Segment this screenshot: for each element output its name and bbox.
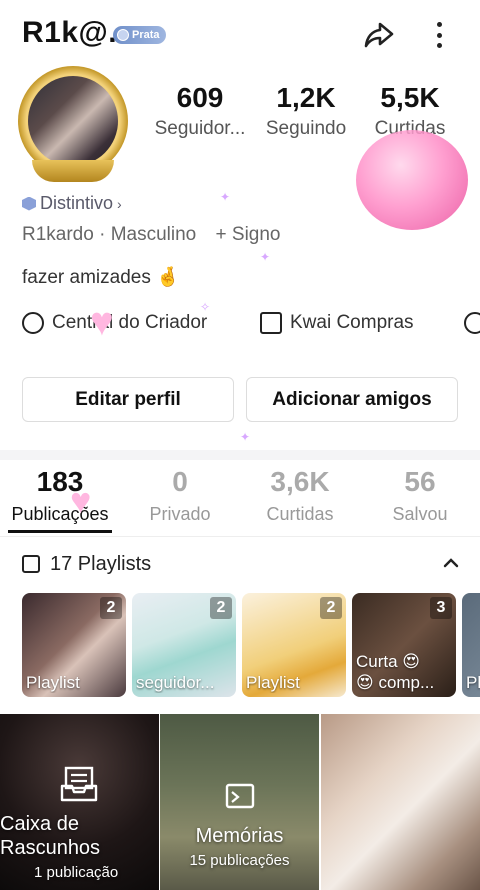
more-tools-button[interactable] [464, 312, 480, 334]
playlist-count: 3 [430, 597, 452, 619]
section-divider [0, 450, 480, 460]
tab-likes-label: Curtidas [266, 504, 334, 524]
playlist-count: 2 [100, 597, 122, 619]
dot-icon [436, 32, 442, 38]
tab-likes[interactable]: 3,6K Curtidas [240, 466, 360, 525]
playlist-card[interactable]: 2 Playlist [242, 593, 346, 697]
dot-icon [436, 43, 442, 48]
playlist-card[interactable]: Pl [462, 593, 480, 697]
profile-info-text: R1kardo · Masculino [22, 224, 197, 245]
profile-info: R1kardo · Masculino + Signo [22, 224, 281, 246]
tabs-border [0, 536, 480, 537]
playlist-title: Playlist [26, 673, 80, 692]
top-bar: R1k@. Prata [0, 0, 480, 64]
tab-publications-value: 183 [36, 466, 84, 497]
tab-private-value: 0 [172, 466, 188, 497]
playlist-title: seguidor... [136, 673, 215, 692]
heart-icon: ♥ [70, 480, 92, 521]
memories-icon [225, 783, 255, 809]
kwai-compras-button[interactable]: Kwai Compras [260, 312, 414, 334]
playlist-count: 2 [210, 597, 232, 619]
active-tab-indicator [8, 530, 112, 533]
playlist-count: 2 [320, 597, 342, 619]
memories-cell[interactable]: Memórias 15 publicações [160, 714, 319, 890]
avatar-frame-base [32, 160, 114, 182]
level-badge-label: Prata [132, 29, 160, 41]
playlist-card[interactable]: 2 Playlist [22, 593, 126, 697]
drafts-count: 1 publicação [34, 864, 119, 881]
sparkle-icon: ✧ [200, 300, 211, 314]
profile-bio: fazer amizades 🤞 [22, 267, 180, 288]
badge-icon [117, 29, 129, 41]
share-button[interactable] [362, 18, 396, 52]
badge-hex-icon [22, 196, 36, 211]
tab-likes-value: 3,6K [270, 466, 330, 497]
tab-saved[interactable]: 56 Salvou [360, 466, 480, 525]
tab-private-label: Privado [149, 504, 211, 524]
dot-icon [436, 22, 442, 27]
playlist-title: Playlist [246, 673, 300, 692]
kwai-compras-label: Kwai Compras [290, 312, 414, 333]
stat-likes-value: 5,5K [380, 82, 440, 113]
creator-center-button[interactable]: Central do Criador [22, 312, 207, 334]
level-badge[interactable]: Prata [113, 26, 166, 44]
tab-private[interactable]: 0 Privado [120, 466, 240, 525]
playlist-icon [22, 555, 40, 573]
sparkle-icon: ✦ [260, 250, 271, 264]
drafts-icon [60, 766, 98, 802]
stat-following-label: Seguindo [265, 118, 347, 139]
shopping-bag-icon [260, 312, 282, 334]
playlist-card[interactable]: 2 seguidor... [132, 593, 236, 697]
collapse-playlists-button[interactable] [440, 552, 462, 574]
playlist-row: 2 Playlist 2 seguidor... 2 Playlist 3 Cu… [22, 593, 480, 697]
more-options-button[interactable] [424, 18, 454, 52]
playlist-title: Pl [466, 673, 480, 692]
tab-publications-label: Publicações [11, 504, 109, 524]
profile-username: R1k@. [22, 16, 118, 49]
video-thumbnail[interactable] [321, 714, 480, 890]
add-friends-button[interactable]: Adicionar amigos [246, 377, 458, 422]
heart-icon: ♥ [90, 300, 114, 344]
playlist-title: Curta 😍 😍 comp... [356, 652, 435, 692]
sparkle-icon: ✦ [220, 190, 231, 204]
add-sign-button[interactable]: + Signo [216, 224, 281, 245]
stat-following[interactable]: 1,2K Seguindo [258, 82, 354, 140]
tab-saved-value: 56 [404, 466, 436, 497]
stat-following-value: 1,2K [276, 82, 336, 113]
edit-profile-button[interactable]: Editar perfil [22, 377, 234, 422]
stat-followers-value: 609 [176, 82, 224, 113]
playlists-header[interactable]: 17 Playlists [22, 550, 462, 578]
stat-followers[interactable]: 609 Seguidor... [146, 82, 254, 140]
share-icon [364, 22, 394, 48]
avatar[interactable] [12, 60, 132, 182]
drafts-title: Caixa de Rascunhos [0, 813, 101, 859]
lightning-icon [22, 312, 44, 334]
decorative-bubble [356, 130, 468, 230]
creator-center-label: Central do Criador [52, 312, 208, 333]
tool-icon [464, 312, 480, 334]
memories-count: 15 publicações [189, 852, 290, 869]
playlists-header-label: 17 Playlists [50, 552, 152, 575]
stat-followers-label: Seguidor... [154, 118, 246, 139]
sparkle-icon: ✦ [240, 430, 251, 444]
chevron-right-icon: › [117, 195, 122, 212]
avatar-image [28, 76, 118, 166]
drafts-cell[interactable]: Caixa de Rascunhos 1 publicação [0, 714, 159, 890]
memories-title: Memórias [195, 825, 284, 847]
tab-publications[interactable]: 183 Publicações [0, 466, 120, 525]
chevron-up-icon [443, 558, 459, 568]
badge-link-label: Distintivo [40, 193, 114, 213]
tab-saved-label: Salvou [392, 504, 448, 524]
badge-link[interactable]: Distintivo › [22, 193, 122, 214]
video-grid: Caixa de Rascunhos 1 publicação Memórias… [0, 714, 480, 890]
playlist-card[interactable]: 3 Curta 😍 😍 comp... [352, 593, 456, 697]
